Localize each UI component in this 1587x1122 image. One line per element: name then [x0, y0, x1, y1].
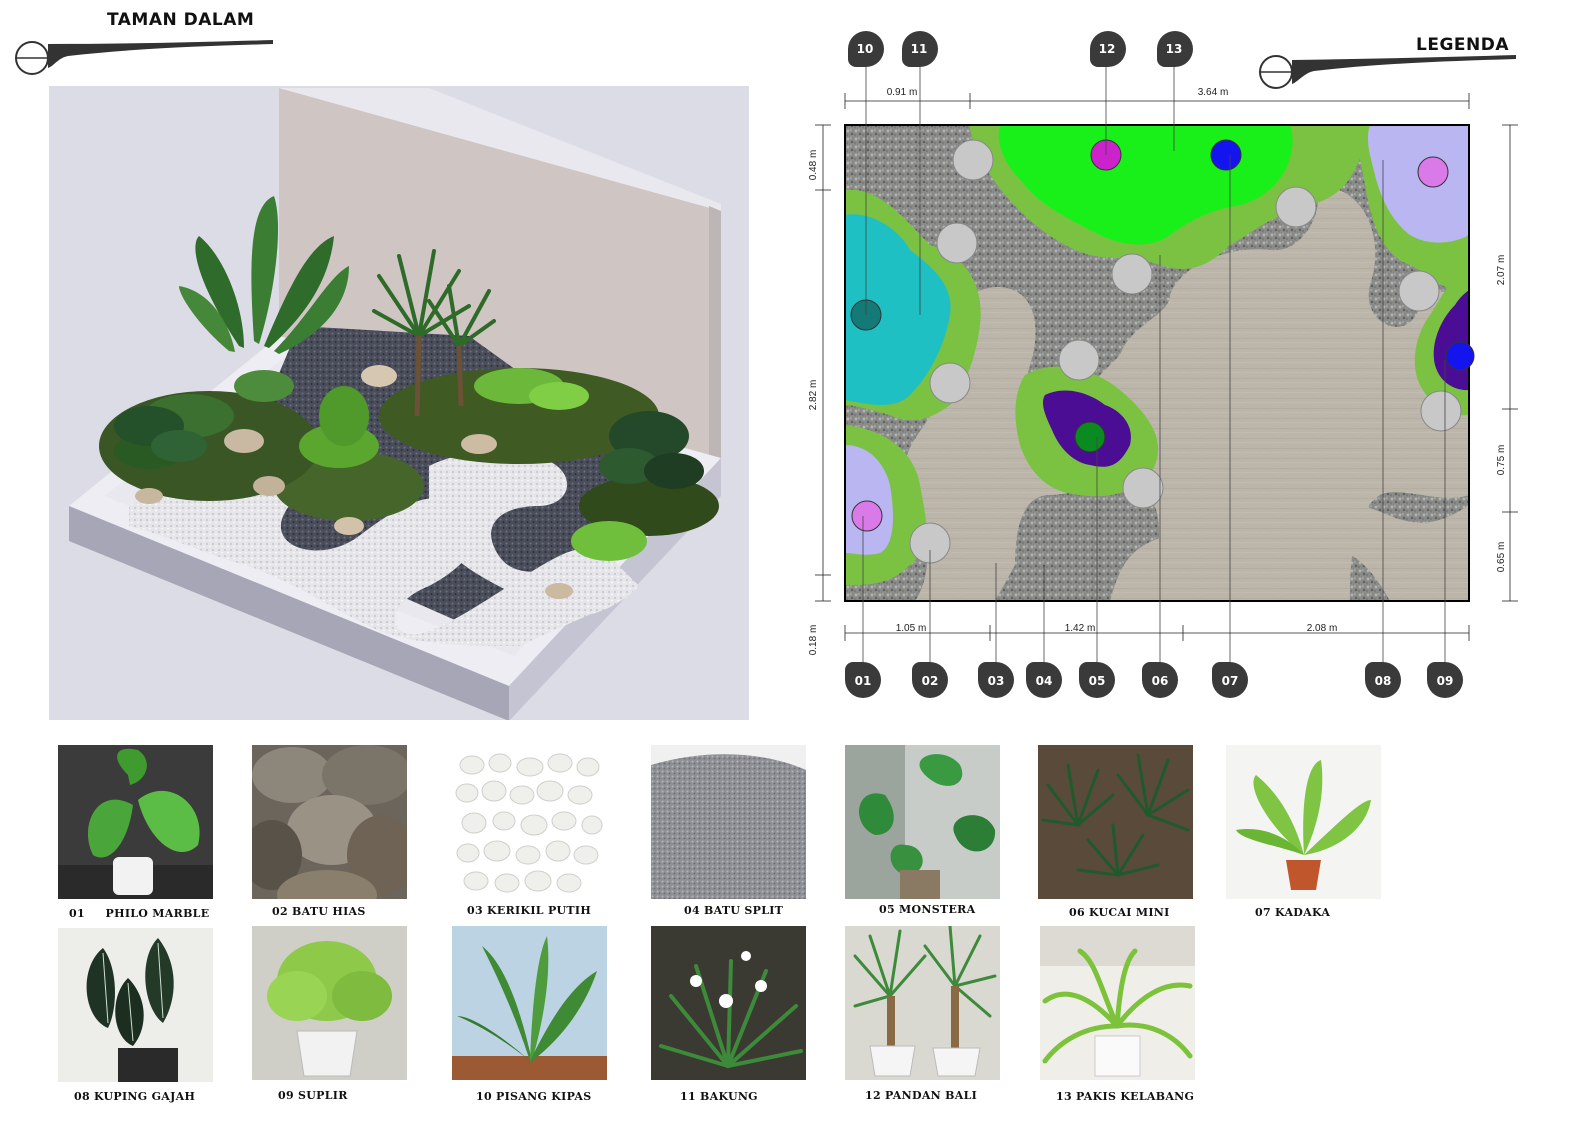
birds-nest-fern-icon: [1226, 745, 1381, 899]
svg-text:09: 09: [1437, 674, 1454, 688]
philodendron-icon: [58, 745, 213, 899]
maidenhair-fern-icon: [252, 926, 407, 1080]
anthurium-icon: [58, 928, 213, 1082]
marker-12: 12: [1090, 31, 1126, 67]
caption-03: 03 KERIKIL PUTIH: [467, 904, 592, 917]
monstera-marker: [1074, 421, 1106, 453]
caption-08: 08 KUPING GAJAH: [74, 1090, 196, 1103]
caption-06: 06 KUCAI MINI: [1069, 906, 1170, 919]
svg-text:07: 07: [1222, 674, 1239, 688]
marker-07: 07: [1212, 662, 1248, 698]
garden-plan: 0.91 m 3.64 m 1.05 m 1.42 m 2.08 m 0.48 …: [808, 31, 1518, 698]
svg-text:13: 13: [1166, 42, 1183, 56]
svg-text:08: 08: [1375, 674, 1392, 688]
caption-02: 02 BATU HIAS: [272, 905, 366, 918]
page-title-taman-dalam: TAMAN DALAM: [107, 10, 255, 30]
garden-3d-render: [49, 86, 749, 720]
title-swoosh-left: [15, 40, 273, 75]
marker-03: 03: [978, 662, 1014, 698]
dim-right-1: 2.07 m: [1496, 255, 1507, 286]
caption-10: 10 PISANG KIPAS: [476, 1090, 592, 1103]
dim-bottom-2: 1.42 m: [1065, 623, 1096, 634]
philo-marker: [851, 500, 883, 532]
marker-02: 02: [912, 662, 948, 698]
svg-text:02: 02: [922, 674, 939, 688]
suplir-marker: [1445, 341, 1475, 371]
svg-text:12: 12: [1099, 42, 1116, 56]
marker-13: 13: [1157, 31, 1193, 67]
marker-08: 08: [1365, 662, 1401, 698]
caption-05: 05 MONSTERA: [879, 903, 976, 916]
marker-06: 06: [1142, 662, 1178, 698]
monstera-icon: [845, 745, 1000, 899]
anthurium-marker-top: [1417, 156, 1449, 188]
dim-bottom-1: 1.05 m: [896, 623, 927, 634]
dim-left-2: 2.82 m: [808, 380, 819, 411]
caption-01: 01 PHILO MARBLE: [69, 907, 210, 920]
dim-right-2: 0.75 m: [1496, 445, 1507, 476]
mondo-grass-icon: [1038, 745, 1193, 899]
boston-fern-icon: [1040, 926, 1195, 1080]
marker-04: 04: [1026, 662, 1062, 698]
gravel-icon: [651, 745, 806, 899]
dim-left-3: 0.18 m: [808, 625, 819, 656]
caption-07: 07 KADAKA: [1255, 906, 1331, 919]
marker-01: 01: [845, 662, 881, 698]
svg-text:06: 06: [1152, 674, 1169, 688]
caption-09: 09 SUPLIR: [278, 1089, 348, 1102]
caption-12: 12 PANDAN BALI: [865, 1089, 978, 1102]
svg-text:03: 03: [988, 674, 1005, 688]
boulder-icon: [252, 745, 407, 899]
dim-bottom-3: 2.08 m: [1307, 623, 1338, 634]
dim-top-1: 0.91 m: [887, 87, 918, 98]
marker-05: 05: [1079, 662, 1115, 698]
svg-text:01: 01: [855, 674, 872, 688]
marker-10: 10: [848, 31, 884, 67]
caption-04: 04 BATU SPLIT: [684, 904, 784, 917]
svg-text:10: 10: [857, 42, 874, 56]
dim-left-1: 0.48 m: [808, 150, 819, 181]
white-pebble-icon: [452, 745, 607, 899]
dim-top-2: 3.64 m: [1198, 87, 1229, 98]
marker-11: 11: [902, 31, 938, 67]
spider-lily-icon: [651, 926, 806, 1080]
blue-plant-marker: [1210, 139, 1242, 171]
marker-09: 09: [1427, 662, 1463, 698]
svg-text:04: 04: [1036, 674, 1053, 688]
svg-text:05: 05: [1089, 674, 1106, 688]
caption-11: 11 BAKUNG: [680, 1090, 758, 1103]
pandan-bali-icon: [845, 926, 1000, 1080]
svg-text:11: 11: [911, 42, 928, 56]
dim-right-3: 0.65 m: [1496, 542, 1507, 573]
travellers-palm-icon: [452, 926, 607, 1080]
caption-13: 13 PAKIS KELABANG: [1056, 1090, 1195, 1103]
